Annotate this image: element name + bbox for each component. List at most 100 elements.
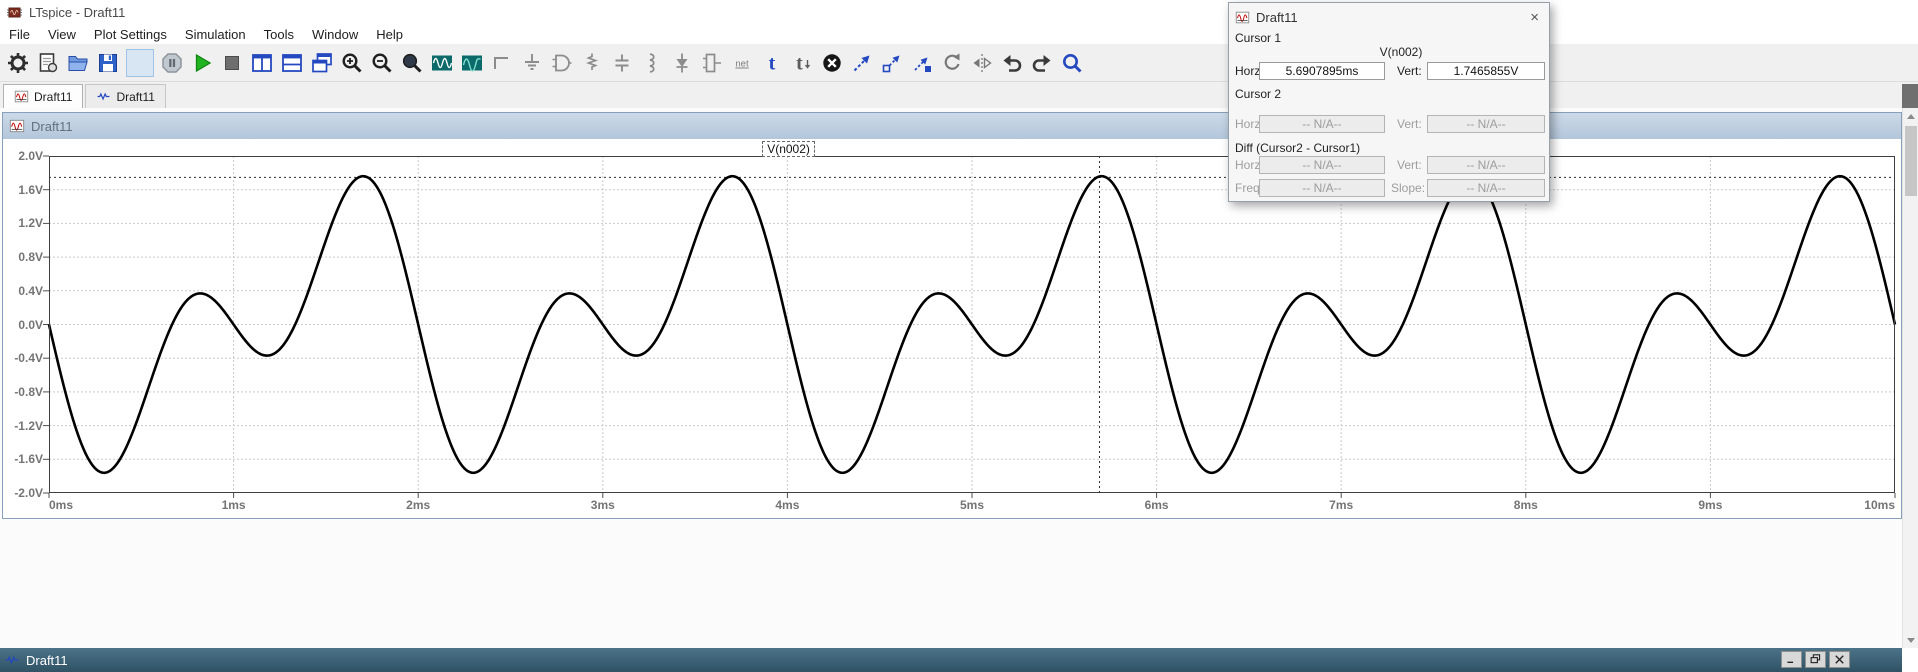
delete-icon[interactable] xyxy=(817,48,847,78)
freq-value: -- N/A-- xyxy=(1259,179,1385,197)
minimize-button[interactable] xyxy=(1781,651,1802,668)
cursor-panel-titlebar[interactable]: Draft11 × xyxy=(1229,3,1549,28)
x-tick-label: 8ms xyxy=(1514,498,1538,512)
x-tick-label: 2ms xyxy=(406,498,430,512)
diff-vert-label: Vert: xyxy=(1397,158,1422,172)
scrollbar-up-arrow-icon[interactable] xyxy=(1903,108,1918,124)
halt-icon[interactable] xyxy=(217,48,247,78)
menu-help[interactable]: Help xyxy=(367,25,412,44)
zoom-full-icon[interactable] xyxy=(397,48,427,78)
mirror-icon[interactable] xyxy=(967,48,997,78)
y-tick-label: 1.6V xyxy=(3,183,43,197)
cursor1-horz-value[interactable]: 5.6907895ms xyxy=(1259,62,1385,80)
y-tick-label: -0.8V xyxy=(3,385,43,399)
y-tick-label: -2.0V xyxy=(3,486,43,500)
search-icon[interactable] xyxy=(1057,48,1087,78)
zoom-out-icon[interactable] xyxy=(367,48,397,78)
cursor1-vert-value[interactable]: 1.7465855V xyxy=(1427,62,1545,80)
svg-text:t: t xyxy=(769,52,776,74)
scrollbar-bottom-corner xyxy=(1902,648,1918,672)
zoom-in-icon[interactable] xyxy=(337,48,367,78)
redo-icon[interactable] xyxy=(1027,48,1057,78)
cursor2-horz-value: -- N/A-- xyxy=(1259,115,1385,133)
schematic-window-title: Draft11 xyxy=(26,653,68,668)
wire-icon[interactable] xyxy=(487,48,517,78)
control-panel-icon[interactable] xyxy=(3,48,33,78)
move-icon[interactable] xyxy=(847,48,877,78)
menu-simulation[interactable]: Simulation xyxy=(176,25,255,44)
menu-tools[interactable]: Tools xyxy=(255,25,303,44)
x-tick-label: 7ms xyxy=(1329,498,1353,512)
trace-label[interactable]: V(n002) xyxy=(762,141,815,157)
waveform-tab-icon xyxy=(14,89,29,104)
gate-icon[interactable] xyxy=(697,48,727,78)
x-tick-label: 10ms xyxy=(1864,498,1895,512)
undo-icon[interactable] xyxy=(997,48,1027,78)
close-icon[interactable]: × xyxy=(1526,10,1543,25)
app-titlebar[interactable]: LTspice - Draft11 xyxy=(0,0,1918,24)
duplicate-icon[interactable] xyxy=(907,48,937,78)
slope-label: Slope: xyxy=(1391,181,1425,195)
x-tick-label: 4ms xyxy=(775,498,799,512)
tab-label: Draft11 xyxy=(34,90,72,104)
autoscale-icon[interactable] xyxy=(427,48,457,78)
resistor-icon[interactable] xyxy=(577,48,607,78)
schematic-window-titlebar[interactable]: Draft11 xyxy=(0,648,1902,672)
plot-area[interactable] xyxy=(49,156,1895,493)
net-label-icon[interactable]: net xyxy=(727,48,757,78)
new-schematic-icon[interactable] xyxy=(33,48,63,78)
pause-icon[interactable] xyxy=(157,48,187,78)
menu-window[interactable]: Window xyxy=(303,25,367,44)
tile-horizontal-icon[interactable] xyxy=(277,48,307,78)
y-tick-label: -0.4V xyxy=(3,351,43,365)
waveform-window-titlebar[interactable]: Draft11 xyxy=(3,113,1901,139)
cascade-icon[interactable] xyxy=(307,48,337,78)
pan-view-icon[interactable] xyxy=(457,48,487,78)
inductor-icon[interactable] xyxy=(637,48,667,78)
save-icon[interactable] xyxy=(93,48,123,78)
diode-icon[interactable] xyxy=(667,48,697,78)
spice-directive-icon[interactable]: t xyxy=(787,48,817,78)
cursor1-section-label: Cursor 1 xyxy=(1235,31,1281,45)
menu-file[interactable]: File xyxy=(0,25,39,44)
cursor-panel-title: Draft11 xyxy=(1256,10,1298,25)
open-icon[interactable] xyxy=(63,48,93,78)
cursor-panel[interactable]: Draft11 × Cursor 1 V(n002) Horz: 5.69078… xyxy=(1228,2,1550,202)
menu-view[interactable]: View xyxy=(39,25,85,44)
run-icon[interactable] xyxy=(187,48,217,78)
cursor2-section-label: Cursor 2 xyxy=(1235,87,1281,101)
empty-slot-icon[interactable] xyxy=(126,49,154,77)
waveform-icon xyxy=(1235,10,1250,25)
tab-draft11-schematic[interactable]: Draft11 xyxy=(85,84,165,108)
close-button[interactable] xyxy=(1829,651,1850,668)
restore-button[interactable] xyxy=(1805,651,1826,668)
svg-text:t: t xyxy=(796,52,803,74)
component-icon[interactable] xyxy=(547,48,577,78)
scroll-corner-block xyxy=(1902,84,1918,108)
vertical-scrollbar[interactable] xyxy=(1902,108,1918,648)
tile-vertical-icon[interactable] xyxy=(247,48,277,78)
toolbar: nettt xyxy=(0,44,1918,82)
text-icon[interactable]: t xyxy=(757,48,787,78)
x-tick-label: 0ms xyxy=(49,498,73,512)
waveform-plot[interactable] xyxy=(49,156,1895,493)
scrollbar-down-arrow-icon[interactable] xyxy=(1903,632,1918,648)
scrollbar-thumb[interactable] xyxy=(1905,126,1917,196)
tab-draft11-waveform[interactable]: Draft11 xyxy=(3,84,83,108)
menu-bar: FileViewPlot SettingsSimulationToolsWind… xyxy=(0,24,1918,44)
ground-icon[interactable] xyxy=(517,48,547,78)
cursor1-trace-name: V(n002) xyxy=(1259,45,1543,59)
x-tick-label: 9ms xyxy=(1698,498,1722,512)
drag-icon[interactable] xyxy=(877,48,907,78)
rotate-icon[interactable] xyxy=(937,48,967,78)
x-tick-label: 1ms xyxy=(222,498,246,512)
waveform-window: Draft11 V(n002) 2.0V1.6V1.2V0.8V0.4V0.0V… xyxy=(2,112,1902,519)
x-tick-label: 6ms xyxy=(1145,498,1169,512)
ltspice-app-icon xyxy=(6,4,23,21)
cursor2-vert-label: Vert: xyxy=(1397,117,1422,131)
cursor2-vert-value: -- N/A-- xyxy=(1427,115,1545,133)
waveform-window-icon xyxy=(9,118,25,134)
capacitor-icon[interactable] xyxy=(607,48,637,78)
menu-plot-settings[interactable]: Plot Settings xyxy=(85,25,176,44)
waveform-window-title: Draft11 xyxy=(31,119,73,134)
